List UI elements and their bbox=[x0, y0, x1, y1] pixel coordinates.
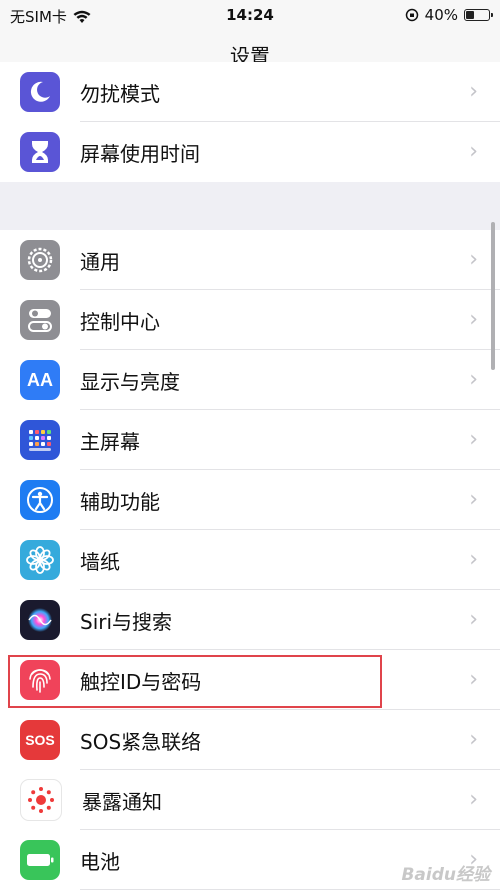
sos-icon-text: SOS bbox=[25, 732, 55, 748]
battery-percent: 40% bbox=[424, 6, 458, 24]
battery-icon bbox=[20, 840, 60, 880]
settings-row-fingerprint[interactable]: 触控ID与密码 › bbox=[0, 650, 500, 710]
settings-group-general: 通用 › 控制中心 › AA 显示与亮度 › 主屏幕 › 辅助功能 › 墙纸 › Siri与搜索 › 触控ID… bbox=[0, 230, 500, 890]
settings-row-accessibility[interactable]: 辅助功能 › bbox=[0, 470, 500, 530]
settings-row-sos[interactable]: SOS SOS紧急联络 › bbox=[0, 710, 500, 770]
battery-fill bbox=[466, 11, 475, 19]
battery-status-icon bbox=[464, 9, 493, 21]
chevron-right-icon: › bbox=[469, 667, 478, 692]
settings-row-label: 触控ID与密码 bbox=[80, 669, 202, 694]
scroll-indicator[interactable] bbox=[491, 222, 495, 370]
chevron-right-icon: › bbox=[469, 79, 478, 104]
settings-row-label: 勿扰模式 bbox=[80, 81, 160, 106]
settings-row-home-screen-grid[interactable]: 主屏幕 › bbox=[0, 410, 500, 470]
chevron-right-icon: › bbox=[469, 307, 478, 332]
settings-row-toggles[interactable]: 控制中心 › bbox=[0, 290, 500, 350]
chevron-right-icon: › bbox=[469, 787, 478, 812]
chevron-right-icon: › bbox=[469, 607, 478, 632]
settings-row-label: 暴露通知 bbox=[82, 789, 162, 814]
settings-row-gear[interactable]: 通用 › bbox=[0, 230, 500, 290]
settings-row-hourglass[interactable]: 屏幕使用时间 › bbox=[0, 122, 500, 182]
settings-row-label: 控制中心 bbox=[80, 309, 160, 334]
sos-icon: SOS bbox=[20, 720, 60, 760]
chevron-right-icon: › bbox=[469, 247, 478, 272]
orientation-lock-icon bbox=[405, 8, 418, 22]
hourglass-icon bbox=[20, 132, 60, 172]
gear-icon bbox=[20, 240, 60, 280]
home-screen-grid-icon bbox=[20, 420, 60, 460]
settings-row-label: 辅助功能 bbox=[80, 489, 160, 514]
chevron-right-icon: › bbox=[469, 547, 478, 572]
settings-row-label: 主屏幕 bbox=[80, 429, 140, 454]
settings-row-label: 墙纸 bbox=[80, 549, 120, 574]
settings-group-focus: 勿扰模式 › 屏幕使用时间 › bbox=[0, 62, 500, 182]
settings-row-moon[interactable]: 勿扰模式 › bbox=[0, 62, 500, 122]
watermark-text: Baidu经验 bbox=[401, 865, 490, 885]
settings-row-label: 通用 bbox=[80, 249, 120, 274]
display-aa-icon: AA bbox=[20, 360, 60, 400]
chevron-right-icon: › bbox=[469, 487, 478, 512]
settings-row-siri[interactable]: Siri与搜索 › bbox=[0, 590, 500, 650]
settings-row-label: SOS紧急联络 bbox=[80, 729, 202, 754]
settings-row-label: 屏幕使用时间 bbox=[80, 141, 200, 166]
chevron-right-icon: › bbox=[469, 367, 478, 392]
accessibility-icon bbox=[20, 480, 60, 520]
toggles-icon bbox=[20, 300, 60, 340]
wallpaper-flower-icon bbox=[20, 540, 60, 580]
settings-row-label: Siri与搜索 bbox=[80, 609, 173, 634]
status-right: 40% bbox=[405, 6, 493, 24]
moon-icon bbox=[20, 72, 60, 112]
chevron-right-icon: › bbox=[469, 727, 478, 752]
chevron-right-icon: › bbox=[469, 427, 478, 452]
settings-row-wallpaper-flower[interactable]: 墙纸 › bbox=[0, 530, 500, 590]
settings-row-display-aa[interactable]: AA 显示与亮度 › bbox=[0, 350, 500, 410]
settings-row-exposure-notification[interactable]: 暴露通知 › bbox=[0, 770, 500, 830]
settings-row-label: 显示与亮度 bbox=[80, 369, 180, 394]
display-aa-icon-text: AA bbox=[27, 369, 53, 390]
status-bar: 无SIM卡 14:24 40% bbox=[0, 0, 500, 30]
siri-icon bbox=[20, 600, 60, 640]
exposure-notification-icon bbox=[20, 779, 62, 821]
chevron-right-icon: › bbox=[469, 139, 478, 164]
fingerprint-icon bbox=[20, 660, 60, 700]
